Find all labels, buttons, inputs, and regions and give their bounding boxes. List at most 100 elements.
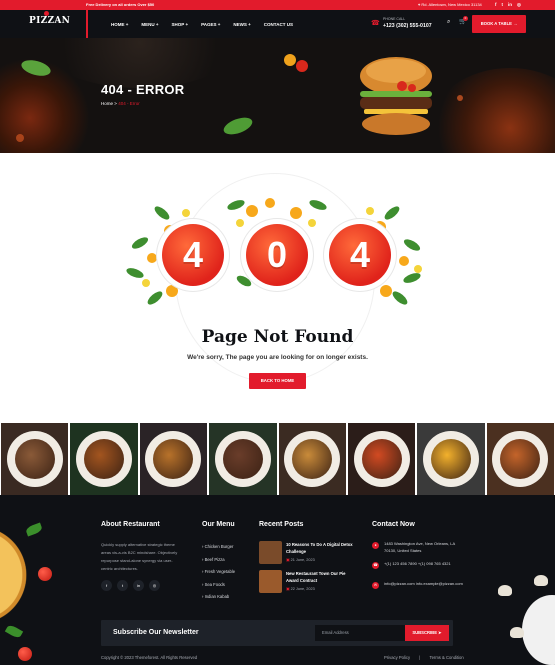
newsletter-email-input[interactable]: Email Address: [315, 625, 405, 641]
about-title: About Restaurant: [101, 521, 160, 528]
back-to-home-button[interactable]: BACK TO HOME: [249, 373, 306, 389]
phone-icon: ☎: [371, 20, 380, 27]
food-icon: [14, 439, 55, 479]
pizza-decor: [0, 520, 36, 630]
recent-post[interactable]: New Restaurant Town Our Pie Award Contra…: [259, 570, 359, 596]
post-title[interactable]: 10 Reasons To Do A Digital Detox Challen…: [286, 542, 358, 555]
nav-menu[interactable]: MENU +: [141, 22, 158, 27]
page-title: 404 - ERROR: [101, 82, 185, 97]
copyright: Copyright © 2023 Themeforest. All Rights…: [101, 655, 198, 660]
footer-menu-item[interactable]: Chicken Burger: [202, 541, 235, 554]
nav-home[interactable]: HOME +: [111, 22, 128, 27]
gallery-image[interactable]: [278, 423, 346, 495]
top-social: f t in ◎: [495, 0, 521, 10]
menu-title: Our Menu: [202, 521, 235, 528]
facebook-icon[interactable]: f: [101, 580, 112, 591]
digit-ring-1: 4: [157, 219, 229, 291]
tomato-icon: [38, 567, 52, 581]
gallery-image[interactable]: [486, 423, 554, 495]
hero-decor: [16, 54, 463, 142]
instagram-icon[interactable]: ◎: [149, 580, 160, 591]
linkedin-icon[interactable]: in: [133, 580, 144, 591]
instagram-icon[interactable]: ◎: [517, 0, 521, 10]
nav-pages[interactable]: PAGES +: [201, 22, 220, 27]
not-found-title: Page Not Found: [201, 327, 354, 347]
contact-title: Contact Now: [372, 521, 415, 528]
about-text: Quickly supply alternative strategic the…: [101, 542, 178, 571]
subscribe-button[interactable]: SUBSCRIBE ➤: [405, 625, 449, 641]
digit-ring-3: 4: [324, 219, 396, 291]
post-thumbnail[interactable]: [259, 541, 282, 564]
top-bar: Free Delivery on all orders Over $50 ⌖ R…: [0, 0, 555, 10]
terms-link[interactable]: Terms & Condition: [430, 655, 464, 660]
post-title[interactable]: New Restaurant Town Our Pie Award Contra…: [286, 571, 358, 584]
basil-leaf-icon: [4, 623, 24, 640]
footer-menu-item[interactable]: Indian Kabab: [202, 591, 235, 604]
plate-decor: [522, 595, 555, 665]
footer-menu-item[interactable]: Fresh Vegetable: [202, 566, 236, 579]
tomato-icon: [18, 647, 32, 661]
food-icon: [222, 439, 263, 479]
hero-banner: 404 - ERROR Home > 404 - Error: [0, 38, 555, 153]
tomato-icon: [296, 60, 308, 72]
nav-contact[interactable]: CONTACT US: [264, 22, 293, 27]
food-icon: [84, 439, 125, 479]
breadcrumb-separator: >: [114, 101, 117, 106]
food-icon: [430, 439, 471, 479]
header: PIZZAN HOME + MENU + SHOP + PAGES + NEWS…: [0, 10, 555, 38]
breadcrumb-current: 404 - Error: [118, 101, 140, 106]
nav-shop[interactable]: SHOP +: [172, 22, 189, 27]
linkedin-icon[interactable]: in: [508, 0, 512, 10]
privacy-policy-link[interactable]: Privacy Policy: [384, 655, 410, 660]
error-digit-first: 4: [162, 224, 224, 286]
logo-area: PIZZAN: [0, 10, 88, 38]
phone-number: +123 (302) 555-0107: [383, 23, 432, 29]
gallery-image[interactable]: [139, 423, 208, 495]
basil-leaf-icon: [21, 60, 51, 76]
contact-email-text[interactable]: info@pizzan.com info.example@pizzan.com: [384, 581, 464, 588]
food-gallery: [0, 423, 555, 495]
newsletter-bar: Subscribe Our Newsletter Email Address S…: [101, 620, 453, 646]
food-icon: [292, 439, 333, 479]
gallery-image[interactable]: [347, 423, 416, 495]
error-digit-middle: 0: [246, 224, 308, 286]
promo-text: Free Delivery on all orders Over $50: [86, 2, 155, 7]
contact-address-text: 1483 Washington Ave, New Orleans, LA 701…: [384, 541, 455, 553]
breadcrumb-home[interactable]: Home: [101, 101, 113, 106]
twitter-icon[interactable]: t: [502, 0, 504, 10]
location-icon: ●: [372, 542, 379, 549]
mushroom-icon: [498, 585, 512, 596]
mail-icon: ✉: [372, 582, 379, 589]
gallery-image[interactable]: [1, 423, 69, 495]
recent-post[interactable]: 10 Reasons To Do A Digital Detox Challen…: [259, 541, 359, 567]
basil-leaf-icon: [223, 117, 253, 135]
nav-news[interactable]: NEWS +: [233, 22, 250, 27]
twitter-icon[interactable]: t: [117, 580, 128, 591]
page: Free Delivery on all orders Over $50 ⌖ R…: [0, 0, 555, 665]
footer-menu-item[interactable]: Beef Pizza: [202, 554, 235, 567]
footer-menu-item[interactable]: Sea Foods: [202, 579, 235, 592]
top-address-text: Rd. Allentown, New Mexico 31134: [421, 2, 482, 7]
legal-links: Privacy Policy | Terms & Condition: [380, 655, 468, 660]
search-icon[interactable]: ⌕: [447, 19, 450, 26]
cart-icon[interactable]: 🛒 0: [459, 16, 468, 25]
cart-badge: 0: [463, 16, 468, 21]
post-thumbnail[interactable]: [259, 570, 282, 593]
contact-phone-text[interactable]: +(1) 123 456 7890 +(1) 098 765 4321: [384, 561, 464, 568]
not-found-message: We're sorry, The page you are looking fo…: [187, 354, 368, 361]
mushroom-icon: [510, 627, 524, 638]
main-nav: HOME + MENU + SHOP + PAGES + NEWS + CONT…: [111, 10, 293, 38]
book-table-button[interactable]: BOOK A TABLE →: [472, 15, 526, 33]
footer-menu-list: Chicken Burger Beef Pizza Fresh Vegetabl…: [202, 541, 236, 604]
burger-icon: [360, 57, 432, 135]
gallery-image[interactable]: [417, 423, 485, 495]
logo[interactable]: PIZZAN: [29, 11, 70, 26]
top-address: ⌖ Rd. Allentown, New Mexico 31134: [418, 0, 482, 10]
pepper-icon: [284, 54, 296, 66]
facebook-icon[interactable]: f: [495, 0, 497, 10]
footer-social: f t in ◎: [101, 580, 160, 591]
gallery-image[interactable]: [70, 423, 138, 495]
phone-label: PHONE CALL: [383, 17, 406, 21]
phone-icon: ☎: [372, 562, 379, 569]
gallery-image[interactable]: [209, 423, 277, 495]
